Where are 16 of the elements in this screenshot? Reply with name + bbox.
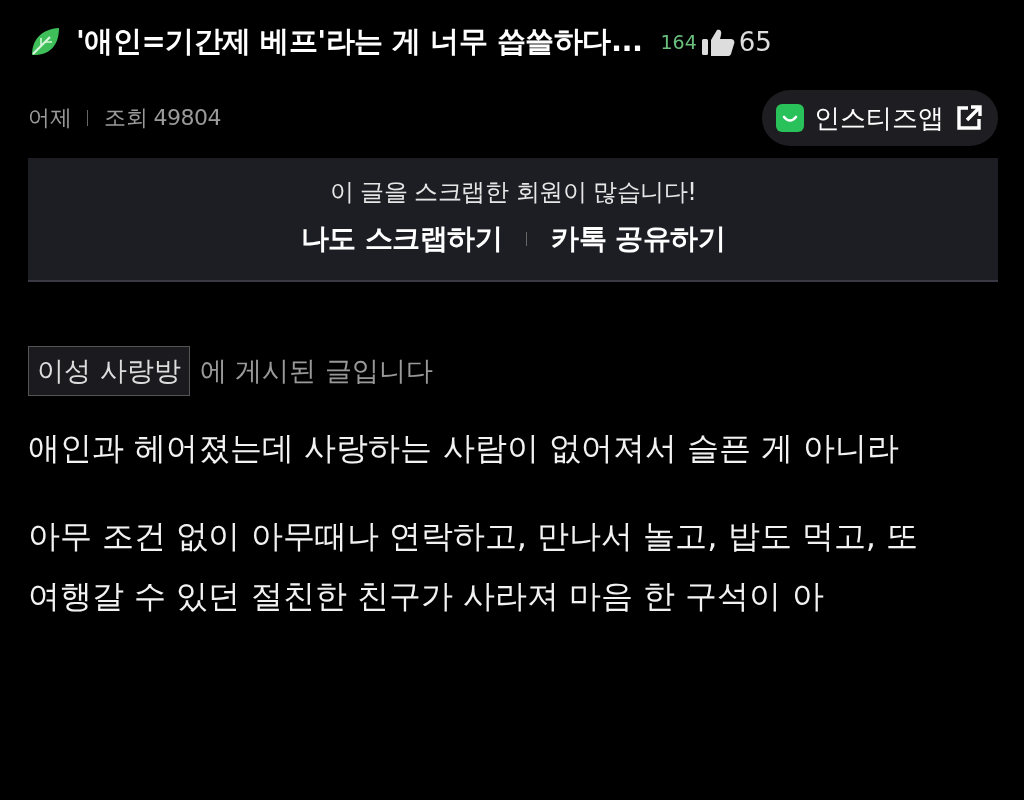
post-title: '애인=기간제 베프'라는 게 너무 씁쓸하다... [76,23,643,60]
banner-link[interactable]: 카톡 공유하기 [551,220,726,258]
banner-link[interactable]: 나도 스크랩하기 [300,220,503,258]
body-paragraph: 아무 조건 없이 아무때나 연락하고, 만나서 놀고, 밥도 먹고, 또 여행갈 수 있던 절친한 친구가 사라져 마음 한 구석이 아 [28,516,920,617]
app-button[interactable]: 인스티즈앱 [762,90,998,146]
smile-icon [776,104,804,132]
post-date: 어제 [28,104,71,132]
thumbs-up-icon [700,27,737,57]
external-link-icon [954,103,984,133]
banner-message: 이 글을 스크랩한 회원이 많습니다! [328,177,698,208]
board-note: 에 게시된 글입니다 [199,354,433,388]
view-count: 조회 49804 [104,104,221,132]
like-count: 65 [738,27,772,57]
board-link[interactable]: 이성 사랑방 [28,346,190,396]
comment-count: 164 [660,31,697,53]
body-paragraph: 애인과 헤어졌는데 사랑하는 사람이 없어져서 슬픈 게 아니라 [28,428,901,469]
